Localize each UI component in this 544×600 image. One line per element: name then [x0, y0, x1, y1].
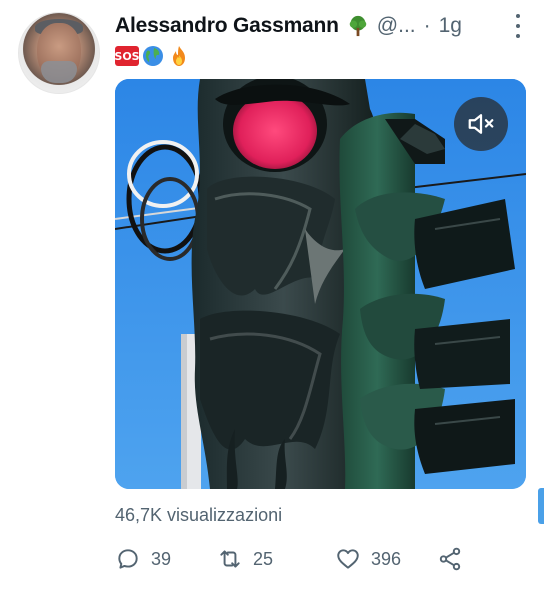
like-button[interactable]: 396 [335, 546, 437, 572]
view-count: 46,7K visualizzazioni [115, 505, 283, 525]
mute-button[interactable] [454, 97, 508, 151]
share-button[interactable] [437, 546, 477, 572]
like-count: 396 [371, 548, 402, 569]
author-name[interactable]: Alessandro Gassmann [115, 14, 339, 38]
globe-icon [141, 44, 165, 68]
tree-icon [347, 15, 369, 37]
author-handle[interactable]: @... [377, 14, 416, 38]
more-options-icon[interactable] [510, 12, 526, 40]
profile-badges: SOS [114, 44, 191, 68]
retweet-icon [220, 550, 240, 568]
scrollbar-thumb[interactable] [538, 488, 544, 524]
reply-count: 39 [151, 548, 172, 569]
retweet-count: 25 [253, 548, 274, 569]
tweet-header: Alessandro Gassmann @... · 1g [115, 10, 532, 42]
sos-badge: SOS [114, 46, 140, 66]
reply-button[interactable]: 39 [115, 546, 217, 572]
reply-icon [118, 549, 138, 569]
tweet-time[interactable]: 1g [439, 14, 462, 38]
fire-icon [167, 44, 191, 68]
retweet-button[interactable]: 25 [217, 546, 335, 572]
muted-speaker-icon [468, 114, 494, 134]
heart-icon [337, 549, 359, 569]
tweet-actions: 39 25 396 [115, 542, 477, 576]
avatar-beard [41, 61, 77, 83]
avatar[interactable] [18, 12, 100, 94]
tweet-media[interactable] [115, 79, 526, 489]
separator-dot: · [423, 14, 431, 37]
share-icon [439, 547, 461, 571]
